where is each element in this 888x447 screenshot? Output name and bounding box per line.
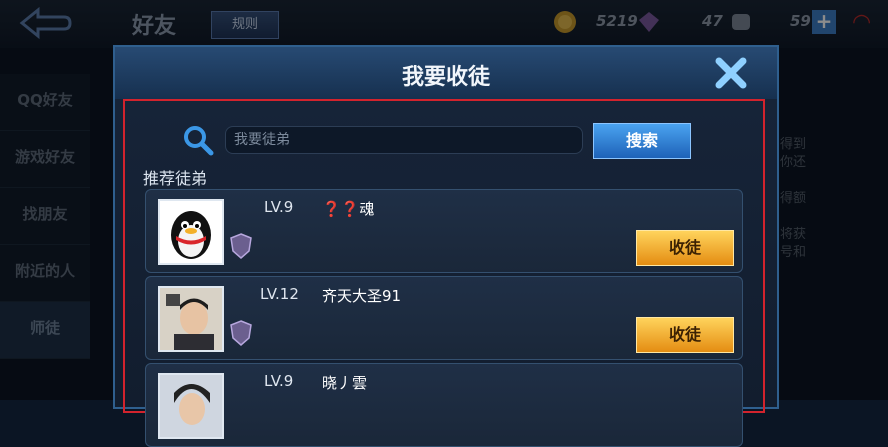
player-name: ❓❓魂 <box>322 200 375 218</box>
search-icon <box>184 126 214 156</box>
player-name: 晓丿雲 <box>322 374 368 392</box>
search-button[interactable]: 搜索 <box>593 123 691 159</box>
search-input[interactable] <box>225 126 583 154</box>
close-icon[interactable] <box>711 53 751 93</box>
section-label: 推荐徒弟 <box>143 169 208 188</box>
level-label: LV.9 <box>264 198 294 216</box>
candidate-card: LV.12 齐天大圣91 收徒 <box>145 276 743 360</box>
recruit-button[interactable]: 收徒 <box>636 230 734 266</box>
rank-icon <box>230 320 252 346</box>
dialog-title: 我要收徒 <box>401 65 490 90</box>
player-name: 齐天大圣91 <box>322 287 402 305</box>
level-label: LV.12 <box>260 285 299 303</box>
avatar <box>158 199 224 265</box>
candidate-card: LV.9 ❓❓魂 收徒 <box>145 189 743 273</box>
rank-icon <box>230 233 252 259</box>
avatar <box>158 286 224 352</box>
level-label: LV.9 <box>264 372 294 390</box>
avatar <box>158 373 224 439</box>
candidate-card: LV.9 晓丿雲 <box>145 363 743 447</box>
recruit-button[interactable]: 收徒 <box>636 317 734 353</box>
